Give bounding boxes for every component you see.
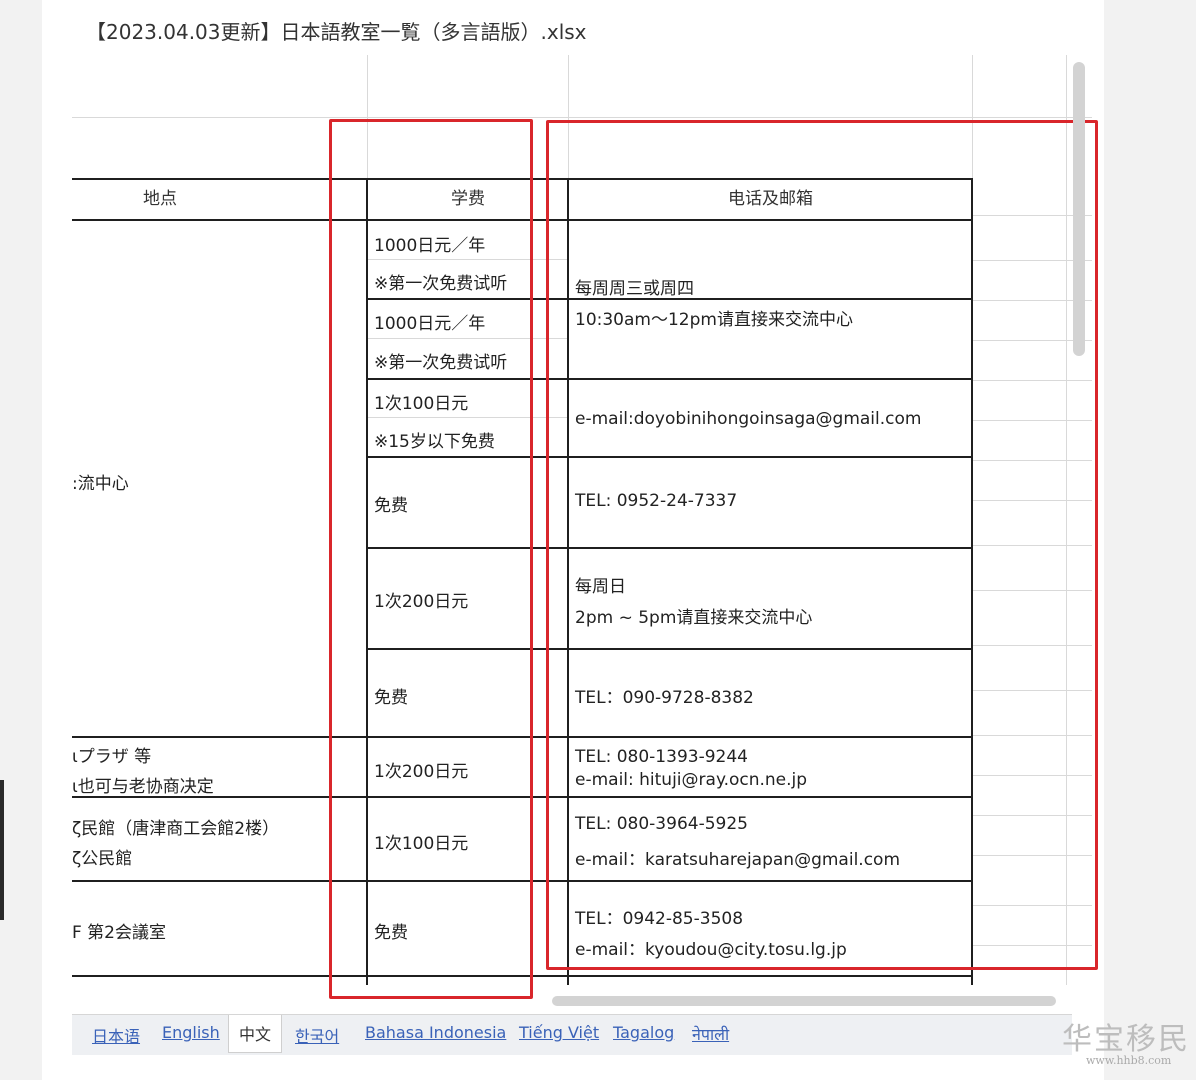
location-cell: :流中心 — [72, 474, 129, 494]
location-cell: F 第2会議室 — [72, 923, 166, 943]
fee-highlight-box — [329, 119, 533, 999]
watermark-text: 华宝移民 — [1062, 1022, 1190, 1057]
tab-indonesian[interactable]: Bahasa Indonesia — [365, 1023, 506, 1042]
location-cell: ζ民館（唐津商工会館2楼） — [72, 819, 280, 839]
tab-japanese[interactable]: 日本语 — [92, 1023, 140, 1047]
header-location: 地点 — [143, 189, 177, 209]
location-cell: ζ公民館 — [72, 849, 133, 869]
location-cell: ι也可与老协商决定 — [72, 777, 214, 797]
tab-tagalog[interactable]: Tagalog — [613, 1023, 674, 1042]
file-title: 【2023.04.03更新】日本語教室一覧（多言語版）.xlsx — [86, 20, 587, 44]
tab-chinese[interactable]: 中文 — [228, 1015, 283, 1053]
tab-vietnamese[interactable]: Tiếng Việt — [519, 1023, 599, 1042]
contact-highlight-box — [546, 120, 1098, 970]
left-edge-mark — [0, 780, 4, 920]
vertical-scrollbar[interactable] — [1073, 62, 1085, 356]
grid-line — [72, 117, 1092, 118]
watermark: 华宝移民 www.hhb8.com — [1062, 1014, 1190, 1067]
tab-nepali[interactable]: नेपाली — [692, 1023, 729, 1045]
tab-english[interactable]: English — [162, 1023, 220, 1042]
horizontal-scrollbar[interactable] — [552, 996, 1056, 1006]
language-tab-bar: 日本语 English 中文 한국어 Bahasa Indonesia Tiến… — [72, 1014, 1072, 1055]
tab-korean[interactable]: 한국어 — [295, 1023, 339, 1047]
location-cell: ιプラザ 等 — [72, 747, 152, 767]
